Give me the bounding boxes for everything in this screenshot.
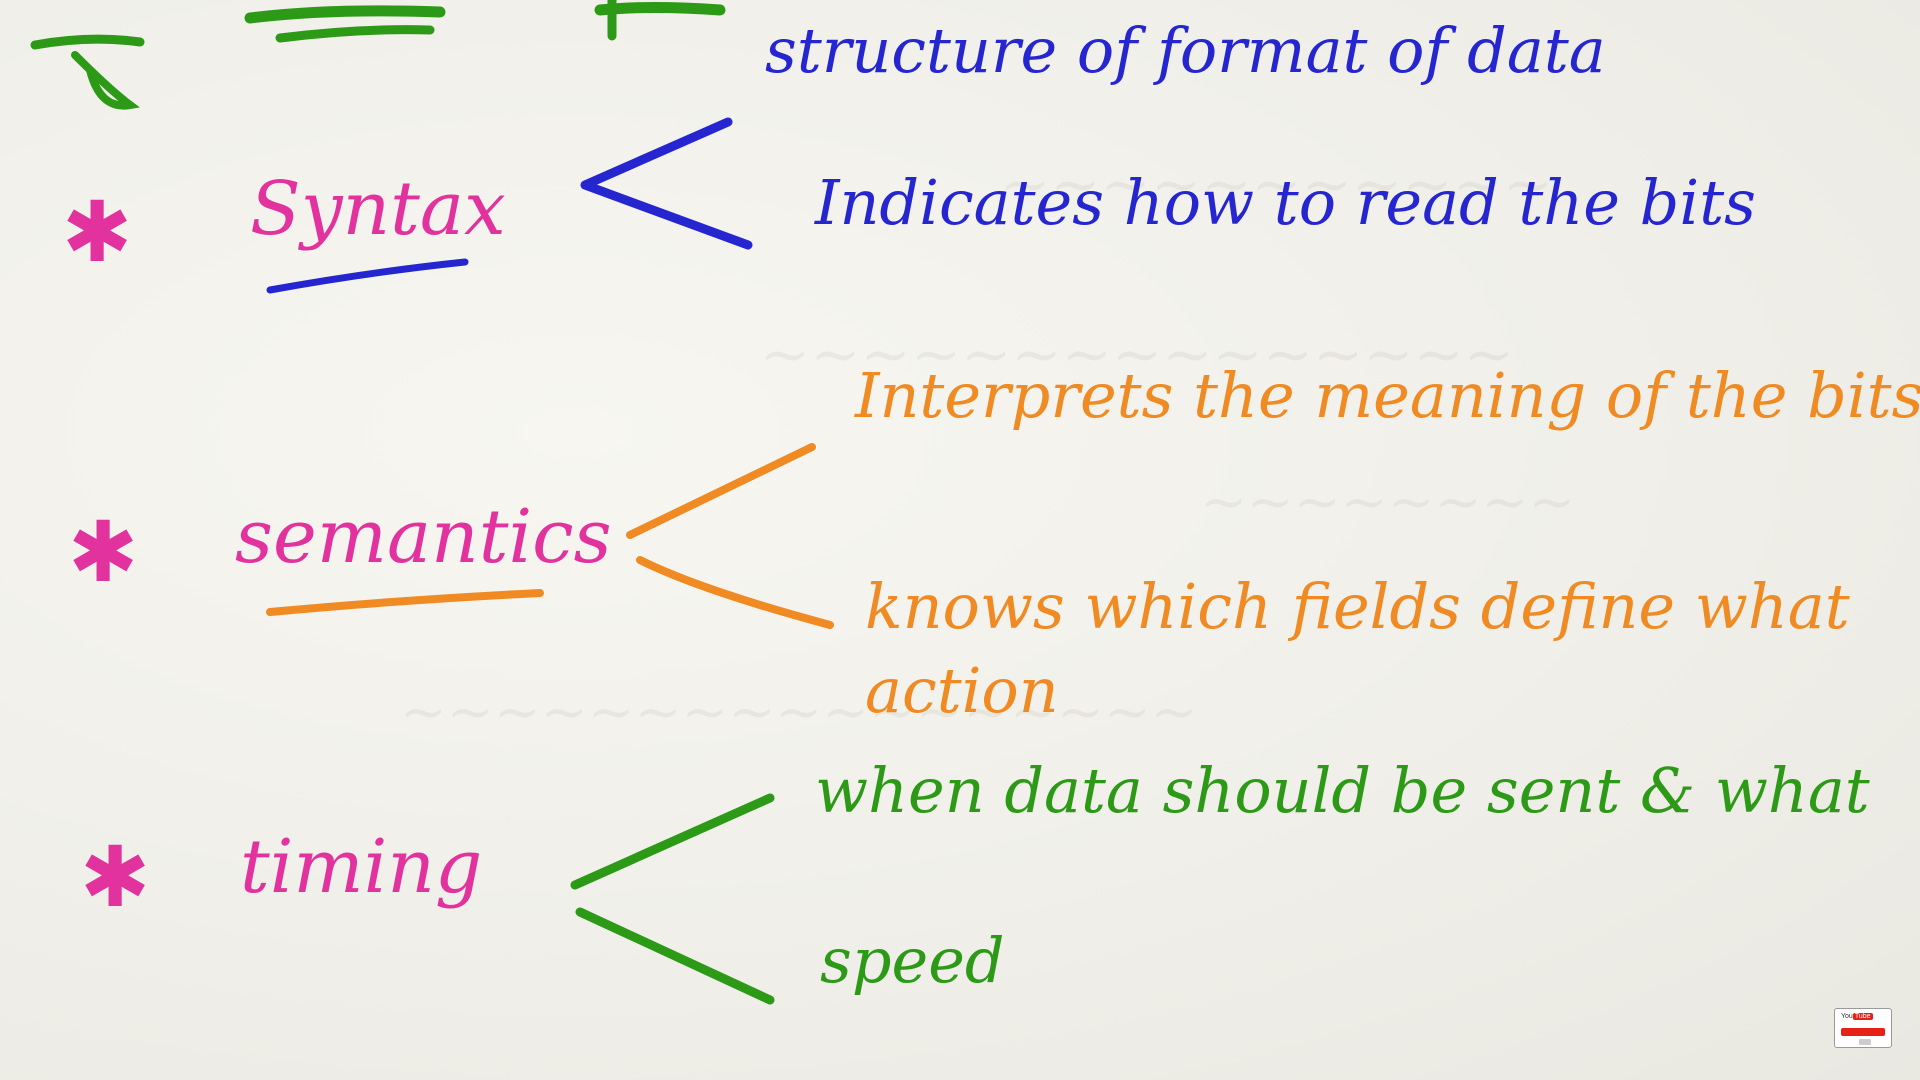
- semantics-point-interprets: Interprets the meaning of the bits: [855, 359, 1920, 432]
- whiteboard: ~~~~~~~~~~~ ~~~~~~~~~~~~~~~ ~~~~~~~~ ~~~…: [0, 0, 1920, 1080]
- ghost-writing: ~~~~~~~~: [1200, 470, 1576, 535]
- bullet-star-icon: ✱: [62, 183, 133, 281]
- subscribe-button-icon: [1859, 1039, 1871, 1045]
- youtube-logo-icon: You Tube: [1841, 1013, 1873, 1020]
- semantics-point-fields: knows which fields define what action: [865, 570, 1850, 727]
- term-semantics: semantics: [235, 494, 612, 580]
- term-timing: timing: [240, 824, 483, 910]
- semantics-underline: [266, 589, 544, 616]
- semantics-bracket-lower: [636, 556, 834, 629]
- syntax-underline: [266, 258, 469, 294]
- subscribe-bar-icon: [1841, 1028, 1885, 1036]
- bullet-star-icon: ✱: [68, 503, 139, 601]
- timing-bracket-lower: [575, 907, 775, 1005]
- syntax-point-structure: structure of format of data: [765, 14, 1606, 87]
- semantics-bracket: [626, 443, 816, 539]
- term-syntax: Syntax: [250, 166, 506, 252]
- timing-point-speed: speed: [820, 924, 1005, 997]
- timing-bracket: [570, 793, 775, 890]
- syntax-point-read-bits: Indicates how to read the bits: [815, 166, 1756, 239]
- timing-point-when-sent: when data should be sent & what: [815, 754, 1870, 827]
- youtube-subscribe-icon[interactable]: You Tube: [1834, 1008, 1892, 1048]
- bullet-star-icon: ✱: [80, 828, 151, 926]
- syntax-bracket: [580, 117, 753, 250]
